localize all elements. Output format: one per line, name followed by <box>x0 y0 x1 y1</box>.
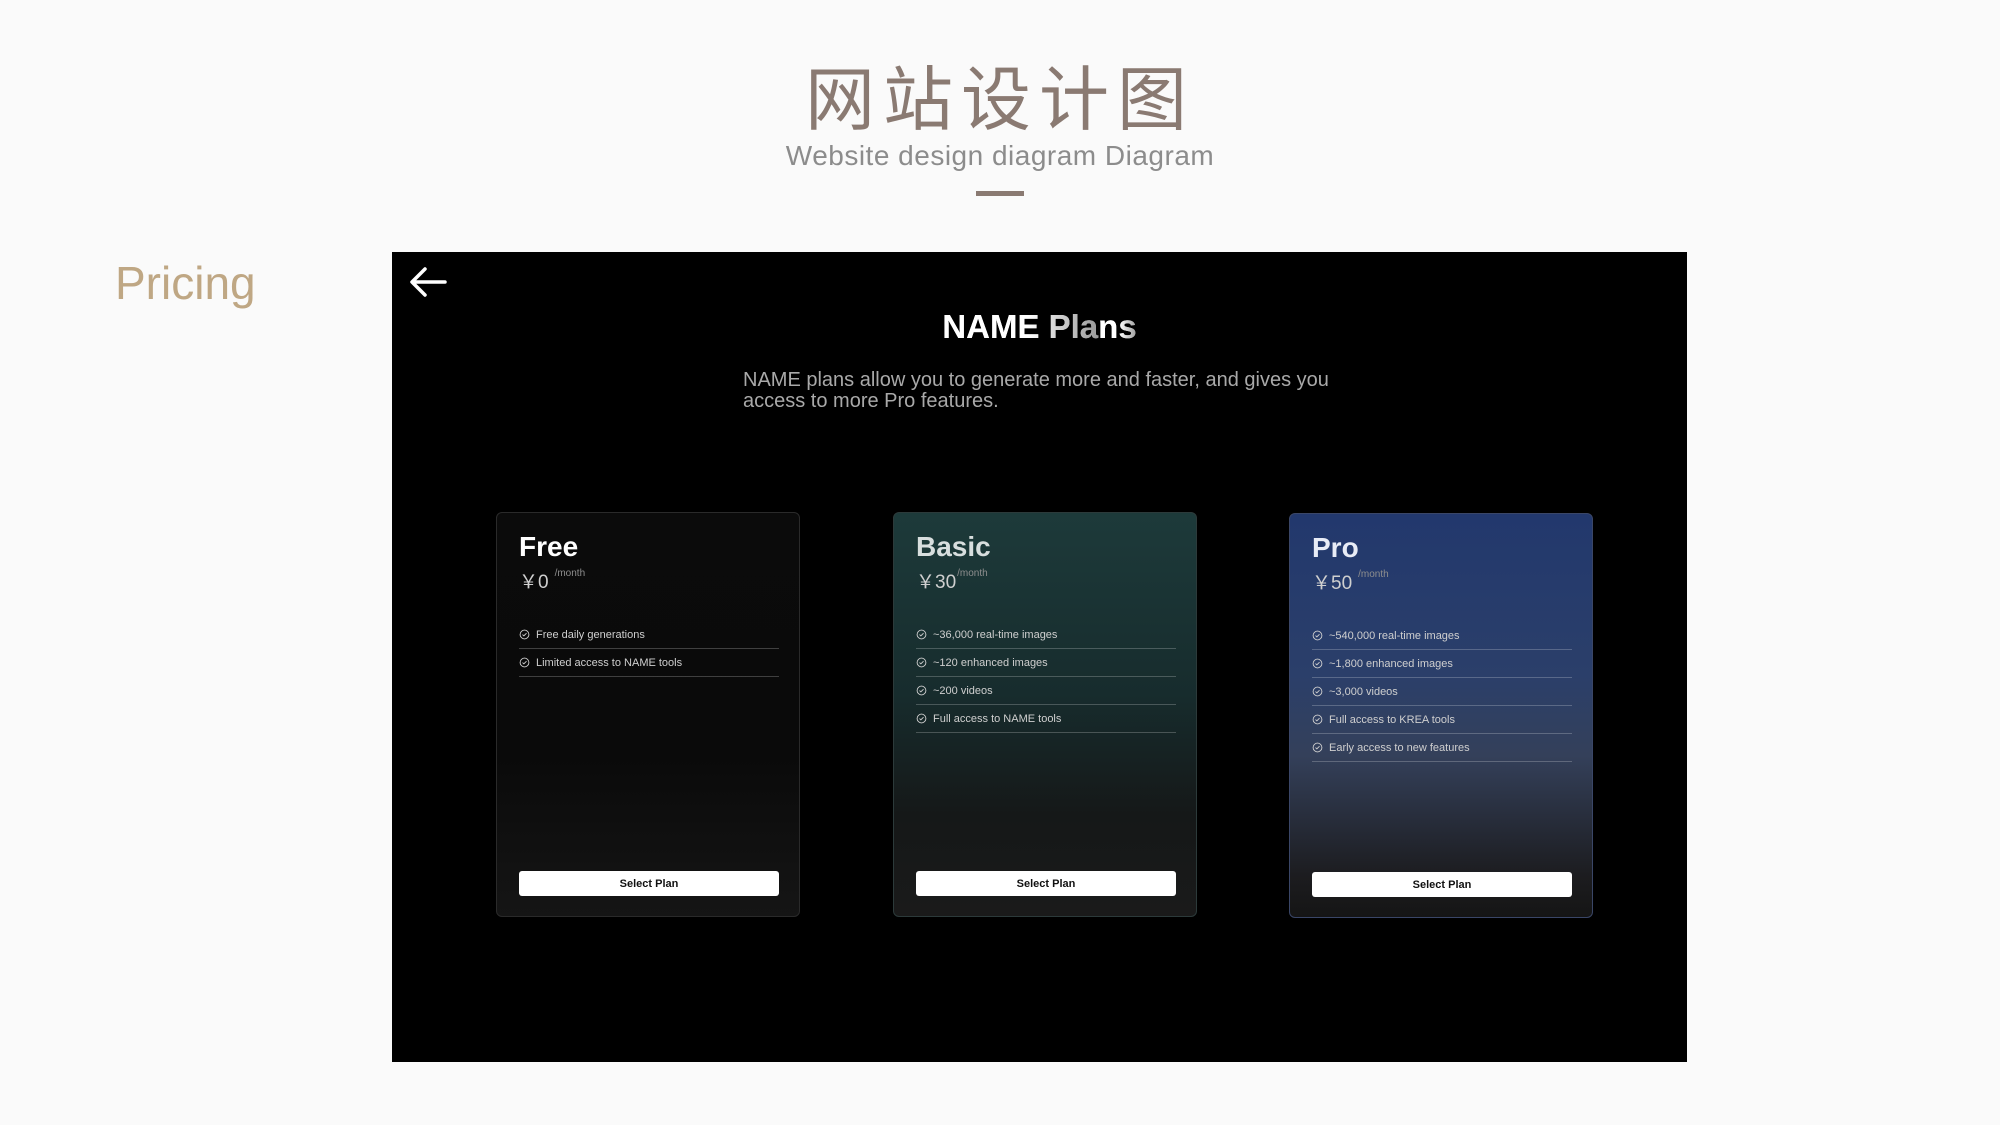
title-divider <box>976 191 1024 196</box>
feature-label: ~1,800 enhanced images <box>1329 657 1453 670</box>
select-plan-button-free[interactable]: Select Plan <box>519 871 779 896</box>
arrow-left-icon <box>410 267 447 297</box>
page-subtitle: Website design diagram Diagram <box>785 140 1215 171</box>
plan-card-free: Free ￥0 /month Free daily generations Li… <box>496 512 800 917</box>
select-plan-button-basic[interactable]: Select Plan <box>916 871 1176 896</box>
feature-item: ~200 videos <box>916 677 1176 705</box>
plans-title-fade: ns <box>1098 308 1137 345</box>
feature-label: Full access to KREA tools <box>1329 713 1455 726</box>
price-row: ￥50 /month <box>1312 568 1389 595</box>
check-circle-icon <box>519 657 530 668</box>
feature-item: Free daily generations <box>519 621 779 649</box>
plan-name: Free <box>519 531 579 562</box>
plan-period: /month <box>957 568 988 579</box>
plan-price: ￥30 <box>916 572 957 593</box>
plan-card-pro: Pro ￥50 /month ~540,000 real-time images… <box>1289 513 1593 918</box>
check-circle-icon <box>1312 742 1323 753</box>
feature-item: ~540,000 real-time images <box>1312 622 1572 650</box>
check-circle-icon <box>916 713 927 724</box>
plans-description: NAME plans allow you to generate more an… <box>743 369 1329 412</box>
price-row: ￥30 /month <box>916 567 988 594</box>
feature-item: Limited access to NAME tools <box>519 649 779 677</box>
check-circle-icon <box>1312 630 1323 641</box>
feature-label: ~3,000 videos <box>1329 685 1398 698</box>
plan-card-basic: Basic ￥30 /month ~36,000 real-time image… <box>893 512 1197 917</box>
feature-label: ~200 videos <box>933 684 993 697</box>
plans-title-main: NAME Pla <box>942 308 1099 345</box>
feature-item: Full access to NAME tools <box>916 705 1176 733</box>
check-circle-icon <box>916 629 927 640</box>
plan-price: ￥50 <box>1312 573 1353 594</box>
pricing-screen: NAME Plans NAME plans allow you to gener… <box>392 252 1687 1062</box>
plan-name: Basic <box>916 531 991 562</box>
feature-item: Full access to KREA tools <box>1312 706 1572 734</box>
feature-label: Limited access to NAME tools <box>536 656 683 669</box>
feature-item: ~120 enhanced images <box>916 649 1176 677</box>
check-circle-icon <box>1312 658 1323 669</box>
check-circle-icon <box>1312 714 1323 725</box>
feature-label: ~540,000 real-time images <box>1329 629 1460 642</box>
feature-label: ~36,000 real-time images <box>933 628 1058 641</box>
check-circle-icon <box>519 629 530 640</box>
plan-period: /month <box>554 568 586 579</box>
plan-name: Pro <box>1312 532 1359 563</box>
feature-list: ~36,000 real-time images ~120 enhanced i… <box>916 621 1176 733</box>
feature-item: Early access to new features <box>1312 734 1572 762</box>
plans-title: NAME Plans <box>392 308 1687 346</box>
select-plan-button-pro[interactable]: Select Plan <box>1312 872 1572 897</box>
feature-item: ~3,000 videos <box>1312 678 1572 706</box>
check-circle-icon <box>916 657 927 668</box>
page-title: 网站设计图 <box>805 59 1195 141</box>
feature-item: ~36,000 real-time images <box>916 621 1176 649</box>
price-row: ￥0 /month <box>519 567 585 594</box>
feature-item: ~1,800 enhanced images <box>1312 650 1572 678</box>
section-label: Pricing <box>115 257 256 309</box>
plan-period: /month <box>1358 569 1389 580</box>
feature-list: ~540,000 real-time images ~1,800 enhance… <box>1312 622 1572 762</box>
feature-label: ~120 enhanced images <box>933 656 1048 669</box>
feature-label: Full access to NAME tools <box>933 712 1062 725</box>
check-circle-icon <box>916 685 927 696</box>
back-button[interactable] <box>406 260 450 304</box>
check-circle-icon <box>1312 686 1323 697</box>
plan-price: ￥0 <box>519 572 549 593</box>
feature-list: Free daily generations Limited access to… <box>519 621 779 677</box>
feature-label: Free daily generations <box>536 628 645 641</box>
slide: 网站设计图 Website design diagram Diagram Pri… <box>0 0 2000 1125</box>
feature-label: Early access to new features <box>1329 741 1470 754</box>
